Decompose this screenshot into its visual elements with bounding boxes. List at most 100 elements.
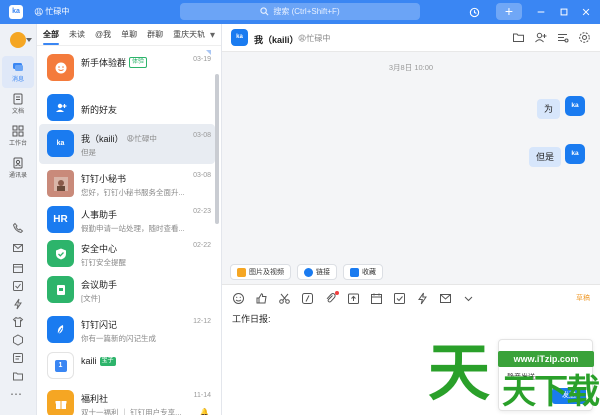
user-status[interactable]: 😩 忙碌中 [34,5,69,19]
more-icon[interactable]: ⋯ [10,387,22,401]
conversation-avatar [47,240,74,267]
folder-icon[interactable] [12,370,24,382]
watermark-url: www.iTzip.com [498,351,594,367]
settings-icon[interactable] [578,31,591,44]
composer-toolbar [232,291,475,305]
conversation-preview: 您好，钉钉小秘书服务全面升... [81,188,185,197]
chat-avatar[interactable]: ka [231,29,248,46]
conversation-avatar [47,170,74,197]
draft-label[interactable]: 草稿 [576,293,590,303]
message-avatar[interactable]: ka [565,96,585,116]
add-button[interactable]: + [496,3,522,20]
left-navigation-rail: 消息 文档 工作台 通讯录 ⋯ [0,24,37,415]
thumbs-up-icon[interactable] [255,292,268,305]
link-button[interactable]: 链接 [297,264,337,280]
conversation-tag: 体验 [129,57,148,68]
mail-icon[interactable] [439,292,452,305]
conversation-item[interactable]: 福利社 双十一福利 ｜ 钉钉用户专享... 11-14 🔔 [39,384,215,415]
add-member-icon[interactable] [534,31,547,44]
message-input[interactable]: 工作日报: [232,312,271,325]
scissors-icon[interactable] [278,292,291,305]
calendar-icon[interactable] [370,292,383,305]
quick-label: 链接 [316,269,330,276]
nav-item-workbench[interactable]: 工作台 [2,120,34,152]
conversation-item[interactable]: 新手体验群 体验 03-19 [39,48,215,88]
conversation-item[interactable]: 1 kaili 宝子 [39,346,215,386]
conversation-item[interactable]: 钉钉小秘书 您好，钉钉小秘书服务全面升... 03-08 [39,164,215,204]
conversation-name-text: 福利社 [81,394,109,404]
history-icon[interactable] [466,4,482,20]
conversation-avatar: 1 [47,352,74,379]
list-icon[interactable] [556,31,569,44]
conversation-item[interactable]: 会议助手 [文件] [39,270,215,310]
conversation-item[interactable]: 安全中心 钉钉安全提醒 02-22 [39,234,215,274]
note-icon[interactable] [12,352,24,364]
watermark-text: 天下载 [502,372,600,412]
workbench-icon [12,125,24,137]
todo-icon[interactable] [12,280,24,292]
list-scrollbar[interactable] [215,74,219,224]
maximize-icon[interactable] [556,4,572,20]
conversation-tabs: 全部 未读 @我 单聊 群聊 重庆天轨 ▾ [37,24,221,46]
conversation-item[interactable]: 新的好友 [39,88,215,128]
conversation-status: 😩忙碌中 [126,134,157,143]
ding-icon[interactable] [12,298,24,310]
photos-videos-button[interactable]: 图片及视频 [230,264,291,280]
phone-icon[interactable] [12,222,24,234]
tab-mentions[interactable]: @我 [95,29,117,45]
status-text: 忙碌中 [45,7,70,16]
conversation-name: 新的好友 [81,103,117,116]
tab-org[interactable]: 重庆天轨 [173,29,211,45]
conversation-item-selected[interactable]: ka 我（kaili） 😩忙碌中 但是 03-08 [39,124,215,164]
conversation-avatar: HR [47,206,74,233]
close-icon[interactable] [578,4,594,20]
search-input[interactable]: 搜索 (Ctrl+Shift+F) [180,3,420,20]
pin-icon [206,50,211,55]
mute-bell-icon: 🔔 [200,409,209,415]
message-avatar[interactable]: ka [565,144,585,164]
shirt-icon[interactable] [12,316,24,328]
add-friend-icon [55,103,66,112]
link-icon [304,267,313,277]
attachment-icon[interactable] [324,291,339,305]
conversation-name-text: 人事助手 [81,210,118,220]
tab-group-chat[interactable]: 群聊 [147,29,169,45]
calendar-icon[interactable] [12,262,24,274]
message-bubble[interactable]: 但是 [529,147,562,167]
conversation-avatar: ka [47,130,74,157]
mail-icon[interactable] [12,242,24,254]
favorite-icon [350,267,359,277]
chevron-down-icon[interactable] [462,292,475,305]
conversation-name-text: 新手体验群 [81,58,127,68]
tab-all[interactable]: 全部 [43,29,65,45]
cube-icon[interactable] [12,334,24,346]
chat-header: ka 我（kaili） 😩忙碌中 [222,24,600,52]
nav-item-messages[interactable]: 消息 [2,56,34,88]
nav-item-contacts[interactable]: 通讯录 [2,152,34,184]
document-icon [13,93,23,105]
chat-title: 我（kaili） [254,35,299,45]
message-icon [13,63,23,71]
conversation-name-text: 我（kaili） [81,134,124,144]
emoji-icon[interactable] [232,292,245,305]
message-bubble[interactable]: 为 [537,99,561,119]
slash-command-icon[interactable] [301,292,314,305]
app-logo[interactable]: ka [9,5,23,19]
title-bar: ka 😩 忙碌中 搜索 (Ctrl+Shift+F) + [0,0,600,24]
conversation-name-text: kaili [81,356,97,366]
tab-unread[interactable]: 未读 [69,29,91,45]
nav-label-workbench: 工作台 [8,141,27,147]
check-task-icon[interactable] [393,292,406,305]
folder-icon[interactable] [512,31,525,44]
user-avatar[interactable] [10,32,32,48]
conversation-item[interactable]: 钉钉闪记 你有一篇新的闪记生成 12-12 [39,310,215,350]
ding-icon[interactable] [416,292,429,305]
upload-icon[interactable] [347,292,360,305]
favorites-button[interactable]: 收藏 [343,264,383,280]
quick-actions: 图片及视频 链接 收藏 [230,264,383,280]
minimize-icon[interactable] [533,4,549,20]
tabs-more-icon[interactable]: ▾ [210,30,215,41]
tab-single-chat[interactable]: 单聊 [121,29,143,45]
conversation-name: 福利社 [81,392,108,405]
nav-item-docs[interactable]: 文档 [2,88,34,120]
